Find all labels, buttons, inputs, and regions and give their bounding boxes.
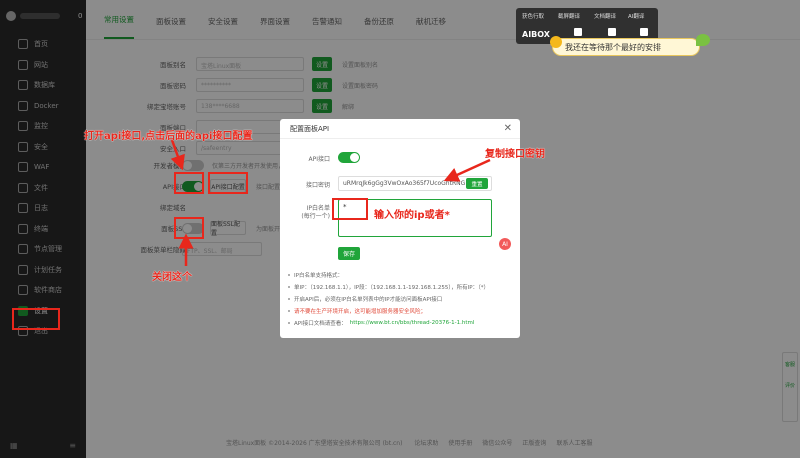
- aibox-logo: AIBOX: [522, 30, 550, 39]
- ai-translate-item[interactable]: AI翻译: [628, 12, 644, 20]
- whitelist-sublabel: (每行一个): [301, 213, 330, 220]
- modal-note: 开启API后，必须在IP白名单列表中的IP才能访问面板API接口: [288, 293, 514, 305]
- bubble-text: 我还在等待那个最好的安排: [565, 42, 661, 52]
- bullet-icon: [288, 286, 290, 288]
- modal-title: 配置面板API: [290, 124, 330, 133]
- modal-note-text: 单IP：（192.168.1.1），IP段：（192.168.1.1-192.1…: [294, 285, 490, 291]
- modal-key-label: 接口密钥: [305, 182, 330, 189]
- annotation-copy-key: 复制接口密钥: [485, 149, 545, 160]
- bullet-icon: [288, 322, 290, 324]
- modal-note-text: API接口文档请查看：: [294, 321, 347, 327]
- modal-header: 配置面板API: [280, 119, 520, 139]
- highlight-settings-menu: [12, 308, 60, 330]
- bullet-icon: [288, 298, 290, 300]
- color-pick-item[interactable]: 获色行取: [522, 12, 544, 20]
- modal-note-text: IP白名单支持格式：: [294, 273, 343, 279]
- screenshot-translate-item[interactable]: 截屏翻译: [558, 12, 580, 20]
- highlight-api-toggle: [174, 172, 204, 194]
- annotation-open-api: 打开api接口,点击后面的api接口配置: [84, 131, 253, 142]
- bullet-icon: [288, 274, 290, 276]
- modal-note: IP白名单支持格式：: [288, 269, 514, 281]
- save-button[interactable]: 保存: [338, 247, 360, 260]
- modal-notes: IP白名单支持格式： 单IP：（192.168.1.1），IP段：（192.168…: [288, 269, 514, 329]
- api-docs-link[interactable]: https://www.bt.cn/bbs/thread-20376-1-1.h…: [350, 320, 475, 326]
- ai-assistant-icon[interactable]: AI: [499, 238, 511, 250]
- highlight-panel-ssl: [174, 217, 204, 239]
- close-icon[interactable]: ✕: [504, 123, 512, 134]
- annotation-input-ip: 输入你的ip或者*: [374, 210, 450, 221]
- annotation-close-this: 关闭这个: [152, 272, 192, 283]
- highlight-api-config-button: [208, 172, 248, 194]
- modal-note-text: 请不要在生产环境开启，这可能增加服务器安全风险；: [294, 309, 427, 315]
- modal-note: 单IP：（192.168.1.1），IP段：（192.168.1.1-192.1…: [288, 281, 514, 293]
- modal-api-label: API接口: [308, 156, 331, 163]
- doc-translate-item[interactable]: 文档翻译: [594, 12, 616, 20]
- modal-note-text: 开启API后，必须在IP白名单列表中的IP才能访问面板API接口: [294, 297, 443, 303]
- modal-note: 请不要在生产环境开启，这可能增加服务器安全风险；: [288, 305, 514, 317]
- status-bubble: 我还在等待那个最好的安排: [552, 38, 700, 56]
- modal-api-toggle[interactable]: [338, 152, 360, 163]
- modal-note: API接口文档请查看： https://www.bt.cn/bbs/thread-…: [288, 317, 514, 329]
- bullet-icon: [288, 310, 290, 312]
- screenshot-icon[interactable]: [574, 28, 582, 36]
- bubble-avatar-icon: [550, 36, 562, 48]
- highlight-whitelist: [332, 198, 368, 220]
- ai-icon[interactable]: [640, 28, 648, 36]
- leaf-icon: [696, 34, 710, 46]
- document-icon[interactable]: [608, 28, 616, 36]
- reset-key-button[interactable]: 重置: [466, 178, 488, 189]
- api-config-modal: 配置面板API ✕ API接口 接口密钥 uRMrqJk6gGg3VwOxAo3…: [280, 119, 520, 338]
